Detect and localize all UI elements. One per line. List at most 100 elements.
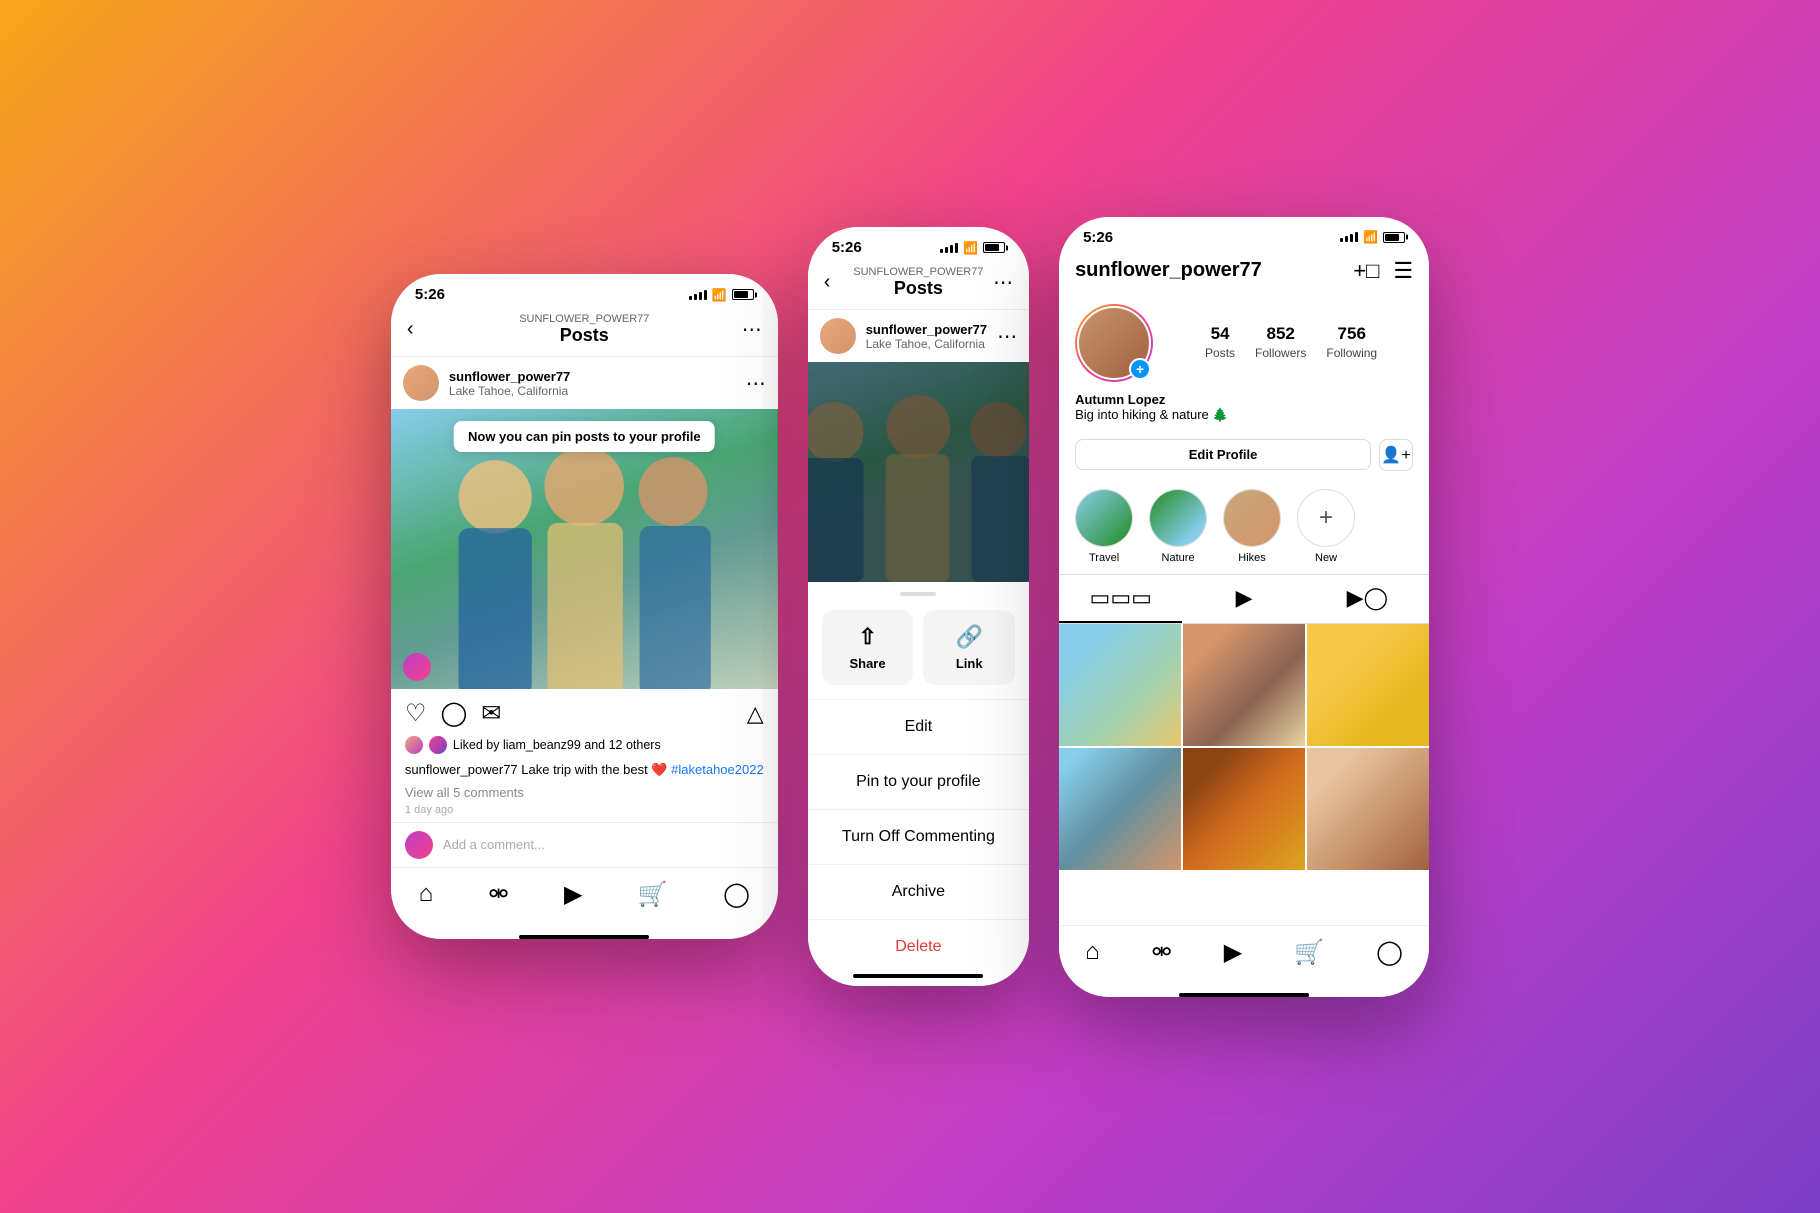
grid-photo-5[interactable] [1183, 748, 1305, 870]
wifi-icon-3: 📶 [1363, 230, 1378, 244]
grid-photo-6[interactable] [1307, 748, 1429, 870]
battery-icon-2 [983, 242, 1005, 253]
post-icons-left-1: ♡ ◯ ✉ [405, 699, 501, 728]
grid-photo-3[interactable] [1307, 624, 1429, 746]
back-button-1[interactable]: ‹ [407, 318, 414, 341]
post-more-2[interactable]: ⋯ [997, 324, 1017, 349]
pin-tooltip: Now you can pin posts to your profile [454, 421, 715, 452]
home-icon-1[interactable]: ⌂ [419, 880, 434, 908]
add-post-icon[interactable]: +□ [1353, 258, 1379, 284]
more-options-2[interactable]: ⋯ [993, 270, 1013, 295]
signal-bar [1340, 238, 1343, 242]
link-sheet-button[interactable]: 🔗 Link [923, 610, 1015, 685]
shop-icon-1[interactable]: 🛒 [638, 880, 668, 909]
posts-count: 54 [1205, 324, 1235, 344]
share-sheet-label: Share [849, 656, 885, 671]
home-icon-3[interactable]: ⌂ [1085, 938, 1100, 966]
nav-top-1: ‹ SUNFLOWER_POWER77 Posts ⋯ [407, 313, 762, 346]
edit-menu-item[interactable]: Edit [808, 699, 1029, 754]
menu-icon[interactable]: ☰ [1393, 258, 1413, 284]
battery-icon-3 [1383, 232, 1405, 243]
tab-reels[interactable]: ▶ [1182, 575, 1305, 623]
add-person-button[interactable]: 👤+ [1379, 439, 1413, 471]
profile-edit-row: Edit Profile 👤+ [1059, 431, 1429, 479]
post-image-2 [808, 362, 1029, 582]
comment-button-1[interactable]: ◯ [440, 699, 467, 728]
comments-link-1[interactable]: View all 5 comments [391, 783, 778, 802]
status-icons-1: 📶 [689, 288, 754, 302]
highlight-label-hikes: Hikes [1238, 552, 1266, 564]
wifi-icon-2: 📶 [963, 241, 978, 255]
post-username-2[interactable]: sunflower_power77 [866, 322, 987, 337]
highlight-hikes[interactable]: Hikes [1223, 489, 1281, 564]
highlight-label-nature: Nature [1162, 552, 1195, 564]
signal-bars-1 [689, 290, 707, 300]
tab-tagged[interactable]: ▶◯ [1306, 575, 1429, 623]
add-comment-1: Add a comment... [391, 822, 778, 867]
archive-menu-item[interactable]: Archive [808, 864, 1029, 919]
bookmark-button-1[interactable]: △ [747, 701, 764, 727]
posts-stat[interactable]: 54 Posts [1205, 324, 1235, 362]
sheet-top-row: ⇧ Share 🔗 Link [808, 610, 1029, 699]
profile-bio: Autumn Lopez Big into hiking & nature 🌲 [1059, 392, 1429, 431]
post-more-1[interactable]: ⋯ [746, 371, 766, 396]
followers-stat[interactable]: 852 Followers [1255, 324, 1306, 362]
following-stat[interactable]: 756 Following [1326, 324, 1377, 362]
more-options-1[interactable]: ⋯ [742, 317, 762, 342]
signal-bar [945, 247, 948, 253]
phone-1: 5:26 📶 ‹ SUNFLOWER_POWER77 Posts [391, 274, 778, 938]
like-button-1[interactable]: ♡ [405, 699, 427, 728]
likes-section-1: Liked by liam_beanz99 and 12 others [391, 732, 778, 758]
tab-grid[interactable]: ▭▭▭ [1059, 575, 1182, 623]
profile-username: sunflower_power77 [1075, 259, 1262, 282]
highlight-travel[interactable]: Travel [1075, 489, 1133, 564]
hashtag-1[interactable]: #laketahoe2022 [671, 762, 764, 777]
status-time-2: 5:26 [832, 239, 862, 256]
status-icons-3: 📶 [1340, 230, 1405, 244]
post-actions-1: ♡ ◯ ✉ △ [391, 689, 778, 732]
grid-photo-2[interactable] [1183, 624, 1305, 746]
search-icon-3[interactable]: ⚮ [1152, 938, 1172, 967]
turn-off-commenting-menu-item[interactable]: Turn Off Commenting [808, 809, 1029, 864]
search-icon-1[interactable]: ⚮ [488, 880, 508, 909]
profile-avatar[interactable]: + [1075, 304, 1153, 382]
signal-bars-2 [940, 243, 958, 253]
highlight-circle-new: + [1297, 489, 1355, 547]
sheet-handle [900, 592, 936, 596]
link-sheet-label: Link [956, 656, 983, 671]
highlight-new[interactable]: + New [1297, 489, 1355, 564]
post-user-info-2: sunflower_power77 Lake Tahoe, California [866, 322, 987, 351]
post-username-1[interactable]: sunflower_power77 [449, 369, 736, 384]
phone-3: 5:26 📶 sunflower_power77 +□ ☰ [1059, 217, 1429, 997]
delete-menu-item[interactable]: Delete [808, 919, 1029, 974]
signal-bar [1345, 236, 1348, 242]
grid-photo-1[interactable] [1059, 624, 1181, 746]
signal-bar [940, 249, 943, 253]
home-indicator-2 [853, 974, 983, 978]
share-button-1[interactable]: ✉ [481, 699, 501, 728]
add-story-button[interactable]: + [1129, 358, 1151, 380]
followers-label: Followers [1255, 346, 1306, 360]
profile-stats: 54 Posts 852 Followers 756 Following [1169, 324, 1413, 362]
reels-icon-1[interactable]: ▶ [564, 880, 582, 909]
share-sheet-button[interactable]: ⇧ Share [822, 610, 914, 685]
shop-icon-3[interactable]: 🛒 [1294, 938, 1324, 967]
profile-icon-3[interactable]: ◯ [1376, 938, 1403, 967]
comment-input-1[interactable]: Add a comment... [443, 837, 764, 852]
highlight-nature[interactable]: Nature [1149, 489, 1207, 564]
likes-avatars-1: Liked by liam_beanz99 and 12 others [405, 736, 764, 754]
like-avatar-2 [429, 736, 447, 754]
grid-photo-4[interactable] [1059, 748, 1181, 870]
status-icons-2: 📶 [940, 241, 1005, 255]
edit-profile-button[interactable]: Edit Profile [1075, 439, 1371, 470]
bio-name: Autumn Lopez [1075, 392, 1413, 407]
back-button-2[interactable]: ‹ [824, 271, 831, 294]
profile-icon-1[interactable]: ◯ [723, 880, 750, 909]
reels-icon-3[interactable]: ▶ [1224, 938, 1242, 967]
phones-container: 5:26 📶 ‹ SUNFLOWER_POWER77 Posts [391, 217, 1429, 997]
reels-tab-icon: ▶ [1236, 585, 1253, 611]
signal-bar [955, 243, 958, 253]
pin-to-profile-menu-item[interactable]: Pin to your profile [808, 754, 1029, 809]
signal-bar [689, 296, 692, 300]
post-location-1: Lake Tahoe, California [449, 384, 736, 398]
